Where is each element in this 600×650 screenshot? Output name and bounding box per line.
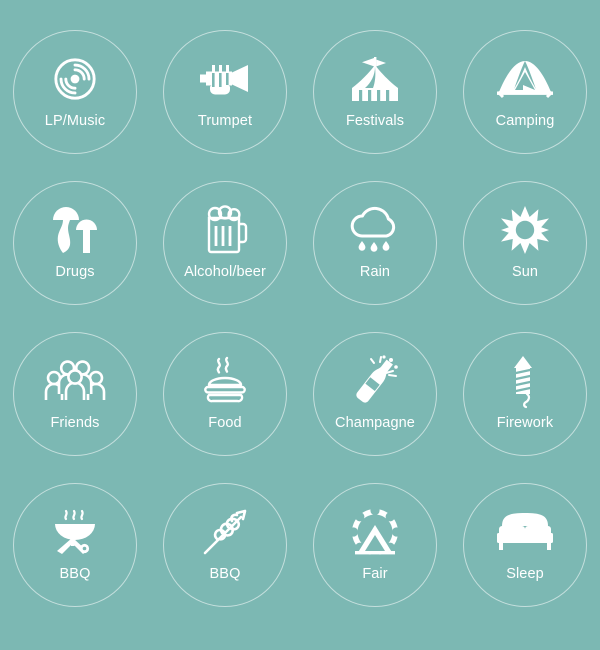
icon-tile-lp-music[interactable]: LP/Music [13,29,137,154]
mushrooms-icon [44,204,106,256]
icon-tile-sleep[interactable]: Sleep [463,482,587,607]
icon-grid: LP/Music Trumpet Festivals Camping Drugs… [0,0,600,650]
grid-cell: Festivals [300,16,450,167]
grid-cell: BBQ [0,469,150,620]
icon-label: Camping [495,112,555,129]
trumpet-icon [194,53,256,105]
icon-label: BBQ [209,565,241,582]
icon-label: Fair [362,565,388,582]
icon-label: Festivals [345,112,405,129]
icon-label: Firework [496,414,554,431]
icon-tile-alcohol-beer[interactable]: Alcohol/beer [163,180,287,305]
grid-cell: Rain [300,167,450,318]
icon-tile-friends[interactable]: Friends [13,331,137,456]
icon-tile-firework[interactable]: Firework [463,331,587,456]
icon-label: Sun [511,263,539,280]
bbq-grill-icon [44,506,106,558]
grid-cell: Food [150,318,300,469]
icon-label: Drugs [55,263,95,280]
icon-label: Food [208,414,242,431]
food-skewer-icon [194,506,256,558]
icon-label: Friends [50,414,100,431]
icon-label: Sleep [506,565,544,582]
bed-icon [494,506,556,558]
circus-tent-icon [344,53,406,105]
grid-cell: Friends [0,318,150,469]
icon-tile-champagne[interactable]: Champagne [313,331,437,456]
icon-label: BBQ [59,565,91,582]
rain-cloud-icon [344,204,406,256]
grid-cell: Trumpet [150,16,300,167]
icon-tile-rain[interactable]: Rain [313,180,437,305]
champagne-bottle-icon [344,354,406,407]
firework-rocket-icon [494,355,556,408]
icon-tile-drugs[interactable]: Drugs [13,180,137,305]
icon-label: Rain [359,263,391,280]
camping-tent-icon [494,53,556,105]
icon-label: Trumpet [197,112,253,129]
grid-cell: Drugs [0,167,150,318]
grid-cell: Fair [300,469,450,620]
ferris-wheel-icon [344,505,406,558]
icon-label: Champagne [335,414,415,431]
icon-tile-camping[interactable]: Camping [463,29,587,154]
beer-mug-icon [194,204,256,256]
burger-icon [194,355,256,407]
icon-tile-festivals[interactable]: Festivals [313,29,437,154]
icon-label: Alcohol/beer [184,263,266,280]
icon-label: LP/Music [44,112,106,129]
grid-cell: Alcohol/beer [150,167,300,318]
icon-tile-bbq-grill[interactable]: BBQ [13,482,137,607]
people-group-icon [44,355,106,407]
grid-cell: LP/Music [0,16,150,167]
vinyl-record-icon [44,53,106,105]
grid-cell: BBQ [150,469,300,620]
grid-cell: Champagne [300,318,450,469]
icon-tile-sun[interactable]: Sun [463,180,587,305]
sun-icon [494,204,556,256]
grid-cell: Camping [450,16,600,167]
icon-tile-trumpet[interactable]: Trumpet [163,29,287,154]
grid-cell: Sleep [450,469,600,620]
grid-cell: Sun [450,167,600,318]
icon-tile-fair[interactable]: Fair [313,482,437,607]
icon-tile-food[interactable]: Food [163,331,287,456]
icon-tile-bbq-skewer[interactable]: BBQ [163,482,287,607]
grid-cell: Firework [450,318,600,469]
